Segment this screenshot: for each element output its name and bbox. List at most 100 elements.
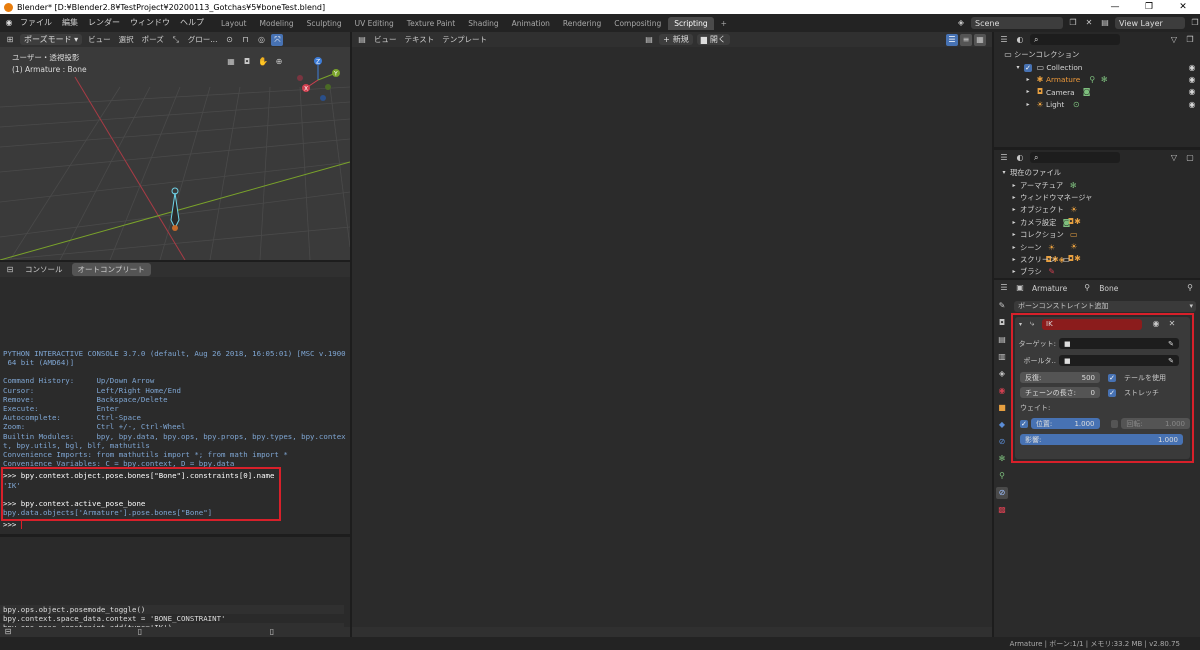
- target-field[interactable]: ■ ✎: [1059, 338, 1179, 349]
- purge-icon[interactable]: ▢: [1184, 152, 1196, 164]
- output-tab-icon[interactable]: ▤: [996, 334, 1008, 346]
- menu-edit[interactable]: 編集: [57, 14, 83, 32]
- outliner-collection[interactable]: ▾ ✓ ▭ Collection ◉: [1002, 61, 1200, 73]
- checkbox-icon[interactable]: ✓: [1024, 63, 1032, 72]
- tool-tab-icon[interactable]: ✎: [996, 300, 1008, 312]
- expand-icon[interactable]: ▸: [1008, 180, 1020, 192]
- word-wrap-icon[interactable]: ≡: [960, 33, 972, 46]
- eye-icon[interactable]: ◉: [1186, 86, 1198, 98]
- expand-icon[interactable]: ▸: [1008, 254, 1020, 266]
- add-workspace-button[interactable]: +: [715, 17, 733, 30]
- snap-icon[interactable]: ⊓: [239, 34, 251, 46]
- menu-help[interactable]: ヘルプ: [175, 14, 209, 32]
- tab-console[interactable]: コンソール: [20, 264, 68, 275]
- editor-type-icon[interactable]: ⊟: [2, 627, 14, 636]
- navigation-gizmo[interactable]: Z Y X: [290, 54, 345, 104]
- expand-icon[interactable]: ▸: [1008, 229, 1020, 241]
- tab-compositing[interactable]: Compositing: [608, 17, 667, 30]
- weight-position-checkbox[interactable]: ✓: [1020, 419, 1028, 428]
- tab-shading[interactable]: Shading: [462, 17, 504, 30]
- influence-slider[interactable]: 影響: 1.000: [1020, 434, 1183, 445]
- expand-icon[interactable]: ▸: [1008, 204, 1020, 216]
- tab-texture-paint[interactable]: Texture Paint: [401, 17, 461, 30]
- line-numbers-icon[interactable]: ☰: [946, 33, 958, 46]
- eye-icon[interactable]: ◉: [1186, 62, 1198, 74]
- blend-item[interactable]: ▸ コレクション ▭☀◘✱: [998, 229, 1200, 263]
- expand-icon[interactable]: ▸: [1008, 242, 1020, 254]
- blend-item[interactable]: ▸ ウィンドウマネージャ: [998, 192, 1200, 204]
- world-tab-icon[interactable]: ◉: [996, 385, 1008, 397]
- pivot-icon[interactable]: ⊙: [223, 34, 235, 46]
- outliner-item-camera[interactable]: ▸ ◘ Camera ◙ ◉: [1002, 86, 1200, 98]
- close-button[interactable]: ✕: [1166, 0, 1200, 14]
- menu-templates[interactable]: テンプレート: [440, 34, 489, 45]
- hand-icon[interactable]: ✋: [257, 56, 269, 68]
- camera-icon[interactable]: ◘: [241, 56, 253, 68]
- info-log-line[interactable]: bpy.context.space_data.context = 'BONE_C…: [0, 614, 344, 623]
- pole-target-field[interactable]: ■ ✎: [1059, 355, 1179, 366]
- pin-icon[interactable]: ⚲: [1184, 282, 1196, 294]
- chain-length-field[interactable]: チェーンの長さ: 0: [1020, 387, 1100, 398]
- expand-icon[interactable]: ▸: [1022, 74, 1034, 86]
- info-log-line[interactable]: bpy.ops.object.posemode_toggle(): [0, 605, 344, 615]
- minimize-button[interactable]: —: [1098, 0, 1132, 14]
- text-datablock-icon[interactable]: ▤: [643, 34, 655, 46]
- tab-scripting[interactable]: Scripting: [668, 17, 714, 30]
- render-tab-icon[interactable]: ◘: [996, 317, 1008, 329]
- blend-item[interactable]: ▸ オブジェクト ☀◘✱: [998, 204, 1200, 226]
- menu-select[interactable]: 選択: [117, 34, 136, 45]
- editor-type-icon[interactable]: ☰: [998, 152, 1010, 164]
- editor-type-icon[interactable]: ☰: [998, 282, 1010, 294]
- python-console[interactable]: ⊟ コンソール オートコンプリート PYTHON INTERACTIVE CON…: [0, 262, 350, 534]
- bone-shape[interactable]: [170, 187, 180, 231]
- expand-icon[interactable]: ▸: [1008, 192, 1020, 204]
- proportional-icon[interactable]: ◎: [255, 34, 267, 46]
- blend-item[interactable]: ▸ ブラシ ✎: [998, 266, 1200, 278]
- editor-type-icon[interactable]: ⊞: [4, 34, 16, 46]
- blend-file-search[interactable]: ⌕: [1030, 152, 1120, 163]
- split-icon[interactable]: ▯: [134, 627, 146, 636]
- 3d-viewport[interactable]: ⊞ ポーズモード ▾ ビュー 選択 ポーズ ⤡ グロー... ⊙ ⊓ ◎ ⤧ ユ…: [0, 32, 350, 260]
- constraint-name-field[interactable]: IK: [1042, 318, 1143, 330]
- menu-render[interactable]: レンダー: [83, 14, 125, 32]
- new-text-button[interactable]: + 新規: [659, 34, 693, 45]
- weight-position-field[interactable]: 位置: 1.000: [1030, 418, 1100, 429]
- syntax-highlight-icon[interactable]: ▦: [974, 33, 986, 46]
- zoom-icon[interactable]: ⊕: [273, 56, 285, 68]
- weight-rotation-checkbox[interactable]: [1110, 419, 1119, 428]
- menu-file[interactable]: ファイル: [15, 14, 57, 32]
- modifier-tab-icon[interactable]: ◆: [996, 419, 1008, 431]
- tab-layout[interactable]: Layout: [215, 17, 253, 30]
- texture-tab-icon[interactable]: ▩: [996, 504, 1008, 516]
- tab-modeling[interactable]: Modeling: [254, 17, 300, 30]
- tab-animation[interactable]: Animation: [506, 17, 556, 30]
- outliner-scene-collection[interactable]: ▭ シーンコレクション: [1002, 49, 1200, 61]
- eye-icon[interactable]: ◉: [1186, 99, 1198, 111]
- expand-icon[interactable]: ▸: [1008, 217, 1020, 229]
- scene-tab-icon[interactable]: ◈: [996, 368, 1008, 380]
- new-view-layer-icon[interactable]: ❐: [1189, 17, 1200, 29]
- filter-icon[interactable]: ▽: [1168, 152, 1180, 164]
- filter-icon[interactable]: ▽: [1168, 34, 1180, 46]
- open-text-button[interactable]: ▆ 開く: [696, 34, 730, 45]
- properties-editor[interactable]: ☰ ▣ Armature ⚲ Bone ⚲ ✎ ◘ ▤ ▥ ◈ ◉ ■ ◆ ⊘ …: [994, 280, 1200, 637]
- menu-view[interactable]: ビュー: [372, 34, 399, 45]
- expand-icon[interactable]: ▾: [998, 167, 1010, 179]
- tab-autocomplete[interactable]: オートコンプリート: [71, 263, 151, 276]
- editor-type-icon[interactable]: ⊟: [4, 264, 16, 276]
- eye-icon[interactable]: ◉: [1150, 318, 1162, 330]
- menu-pose[interactable]: ポーズ: [140, 34, 166, 45]
- display-mode-icon[interactable]: ◐: [1014, 152, 1026, 164]
- editor-type-icon[interactable]: ☰: [998, 34, 1010, 46]
- view-layer-tab-icon[interactable]: ▥: [996, 351, 1008, 363]
- display-mode-icon[interactable]: ◐: [1014, 34, 1026, 46]
- expand-icon[interactable]: ▸: [1022, 99, 1034, 111]
- close-icon[interactable]: ✕: [1166, 318, 1178, 330]
- split-icon[interactable]: ▯: [266, 627, 278, 636]
- eyedropper-icon[interactable]: ✎: [1168, 340, 1174, 348]
- scene-selector[interactable]: Scene: [971, 17, 1063, 29]
- maximize-button[interactable]: ❐: [1132, 0, 1166, 14]
- console-prompt[interactable]: >>>: [3, 520, 21, 529]
- collapse-icon[interactable]: ▾: [1019, 321, 1022, 328]
- blend-item[interactable]: ▸ アーマチュア ✻: [998, 179, 1200, 191]
